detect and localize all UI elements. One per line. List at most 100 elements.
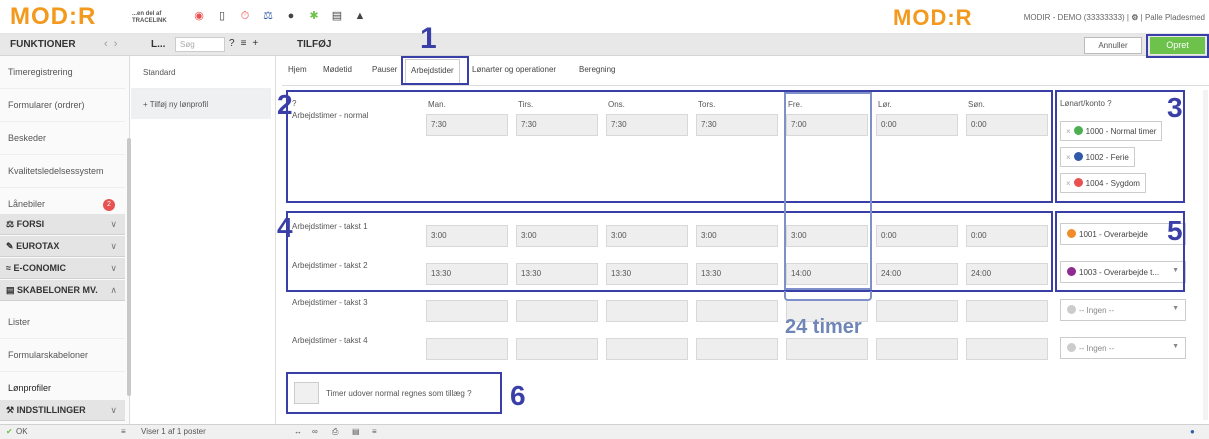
app-window: MOD:R ...en del af TRACELINK ◉ ▯ ⏱ ⚖ ● ✱… <box>0 0 1209 439</box>
section-title: FUNKTIONER <box>10 39 76 50</box>
gear-icon[interactable]: ⚙ <box>1131 13 1138 22</box>
row-label-takst3: Arbejdstimer - takst 3 <box>292 298 368 307</box>
tab-modetid[interactable]: Mødetid <box>323 65 352 74</box>
plus-icon[interactable]: + <box>252 38 258 49</box>
print-icon[interactable]: ⎙ <box>332 427 338 437</box>
takst4-tue-input[interactable] <box>516 338 598 360</box>
takst3-thu-input[interactable] <box>696 300 778 322</box>
sidebar-group-indstillinger[interactable]: ⚒ INDSTILLINGER ∨ <box>0 400 125 421</box>
group-label: E-CONOMIC <box>13 263 66 273</box>
annotation-box-rate-accounts <box>1055 211 1185 292</box>
brand-logo[interactable]: MOD:R ...en del af TRACELINK <box>10 3 167 30</box>
status-ok-icon: ✔ <box>6 427 13 436</box>
lifebuoy-icon[interactable]: ◉ <box>192 9 206 23</box>
tab-pauser[interactable]: Pauser <box>372 65 397 74</box>
takst3-account-select[interactable]: -- Ingen -- ▼ <box>1060 299 1186 321</box>
keyboard-icon[interactable]: ▤ <box>330 9 344 23</box>
chevron-down-icon: ∨ <box>110 263 117 273</box>
chat-icon[interactable]: ● <box>284 9 298 23</box>
menu-icon[interactable]: ≡ <box>372 427 377 436</box>
takst3-sun-input[interactable] <box>966 300 1048 322</box>
pdf-icon[interactable]: ▤ <box>352 427 360 436</box>
warning-icon[interactable]: ▲ <box>353 9 367 23</box>
group-label: INDSTILLINGER <box>16 405 86 415</box>
sidebar-item-timeregistrering[interactable]: Timeregistrering <box>0 56 125 89</box>
takst3-sat-input[interactable] <box>876 300 958 322</box>
balance-icon: ⚖ <box>6 219 15 229</box>
logo-tagline: ...en del af TRACELINK <box>132 11 167 24</box>
add-profile-button[interactable]: + Tilføj ny lønprofil <box>131 89 271 119</box>
annotation-box-extra <box>286 372 502 414</box>
top-icons: ◉ ▯ ⏱ ⚖ ● ✱ ▤ ▲ <box>192 9 367 23</box>
takst4-thu-input[interactable] <box>696 338 778 360</box>
filter-icon[interactable]: ≡ <box>121 427 126 436</box>
user-name[interactable]: Palle Pladesmed <box>1145 13 1205 22</box>
sidebar-item-beskeder[interactable]: Beskeder <box>0 122 125 155</box>
chevron-up-icon: ∧ <box>110 285 117 295</box>
sidebar-item-formularskabeloner[interactable]: Formularskabeloner <box>0 339 125 372</box>
color-dot <box>1067 343 1076 352</box>
sidebar-group-eurotax[interactable]: ✎ EUROTAX ∨ <box>0 236 125 257</box>
list-item-standard[interactable]: Standard <box>131 56 271 89</box>
select-value: -- Ingen -- <box>1079 344 1115 353</box>
page-title: TILFØJ <box>297 39 332 50</box>
record-count: Viser 1 af 1 poster <box>141 427 206 436</box>
link-icon[interactable]: ∞ <box>312 427 318 436</box>
form-area: ? Arbejdstimer - normal Man. Tirs. Ons. … <box>277 87 1209 424</box>
stopwatch-icon[interactable]: ⏱ <box>238 9 252 23</box>
takst4-mon-input[interactable] <box>426 338 508 360</box>
takst4-sun-input[interactable] <box>966 338 1048 360</box>
profile-list: Standard + Tilføj ny lønprofil <box>131 56 276 424</box>
account-info: MODIR - DEMO (33333333) | ⚙ | Palle Plad… <box>1024 13 1205 22</box>
takst4-account-select[interactable]: -- Ingen -- ▼ <box>1060 337 1186 359</box>
annotation-number-5: 5 <box>1167 215 1183 246</box>
company-name[interactable]: MODIR - DEMO (33333333) <box>1024 13 1125 22</box>
tools-icon: ⚒ <box>6 405 15 415</box>
annotation-box-tab <box>401 56 469 85</box>
annotation-number-1: 1 <box>420 22 437 55</box>
tab-lonarter[interactable]: Lønarter og operationer <box>472 65 556 74</box>
tab-beregning[interactable]: Beregning <box>579 65 615 74</box>
phone-icon[interactable]: ▯ <box>215 9 229 23</box>
sidebar-item-kvalitet[interactable]: Kvalitetsledelsessystem <box>0 155 125 188</box>
status-ok: OK <box>16 427 28 436</box>
takst3-wed-input[interactable] <box>606 300 688 322</box>
takst4-fri-input[interactable] <box>786 338 868 360</box>
tab-hjem[interactable]: Hjem <box>288 65 307 74</box>
annotation-box-friday <box>784 92 872 290</box>
takst4-sat-input[interactable] <box>876 338 958 360</box>
annotation-number-2: 2 <box>277 89 293 120</box>
pen-icon: ✎ <box>6 241 14 251</box>
cancel-button[interactable]: Annuller <box>1084 37 1142 54</box>
annotation-brace <box>784 291 872 301</box>
logo-text: MOD:R <box>10 3 97 30</box>
main-scrollbar[interactable] <box>1203 90 1208 420</box>
takst3-mon-input[interactable] <box>426 300 508 322</box>
takst3-tue-input[interactable] <box>516 300 598 322</box>
group-label: FORSI <box>16 219 45 229</box>
layers-icon[interactable]: ≡ <box>241 38 247 49</box>
chat-bubble-icon[interactable]: ● <box>1190 427 1195 436</box>
top-bar: MOD:R ...en del af TRACELINK ◉ ▯ ⏱ ⚖ ● ✱… <box>0 0 1209 34</box>
sidebar-group-skabeloner[interactable]: ▤ SKABELONER MV. ∧ <box>0 280 125 301</box>
select-value: -- Ingen -- <box>1079 306 1115 315</box>
sidebar-group-forsi[interactable]: ⚖ FORSI ∨ <box>0 214 125 235</box>
takst4-wed-input[interactable] <box>606 338 688 360</box>
nav-arrows[interactable]: ‹ › <box>104 38 117 50</box>
brand-logo-right: MOD:R <box>893 6 973 30</box>
group-label: SKABELONER MV. <box>17 285 98 295</box>
annotation-box-normal <box>286 90 1053 203</box>
sidebar-group-economic[interactable]: ≈ E-CONOMIC ∨ <box>0 258 125 279</box>
annotation-timer-text: 24 timer <box>785 316 862 338</box>
table-icon: ▤ <box>6 285 15 295</box>
help-icon[interactable]: ? <box>229 38 235 49</box>
balance-icon[interactable]: ⚖ <box>261 9 275 23</box>
sidebar-item-formularer[interactable]: Formularer (ordrer) <box>0 89 125 122</box>
puzzle-icon[interactable]: ✱ <box>307 9 321 23</box>
annotation-box-create <box>1146 34 1209 58</box>
sidebar-item-lister[interactable]: Lister <box>0 306 125 339</box>
search-input[interactable]: Søg <box>175 37 225 52</box>
color-dot <box>1067 305 1076 314</box>
list-title: L... <box>151 39 166 50</box>
resize-icon[interactable]: ↔ <box>294 427 302 436</box>
